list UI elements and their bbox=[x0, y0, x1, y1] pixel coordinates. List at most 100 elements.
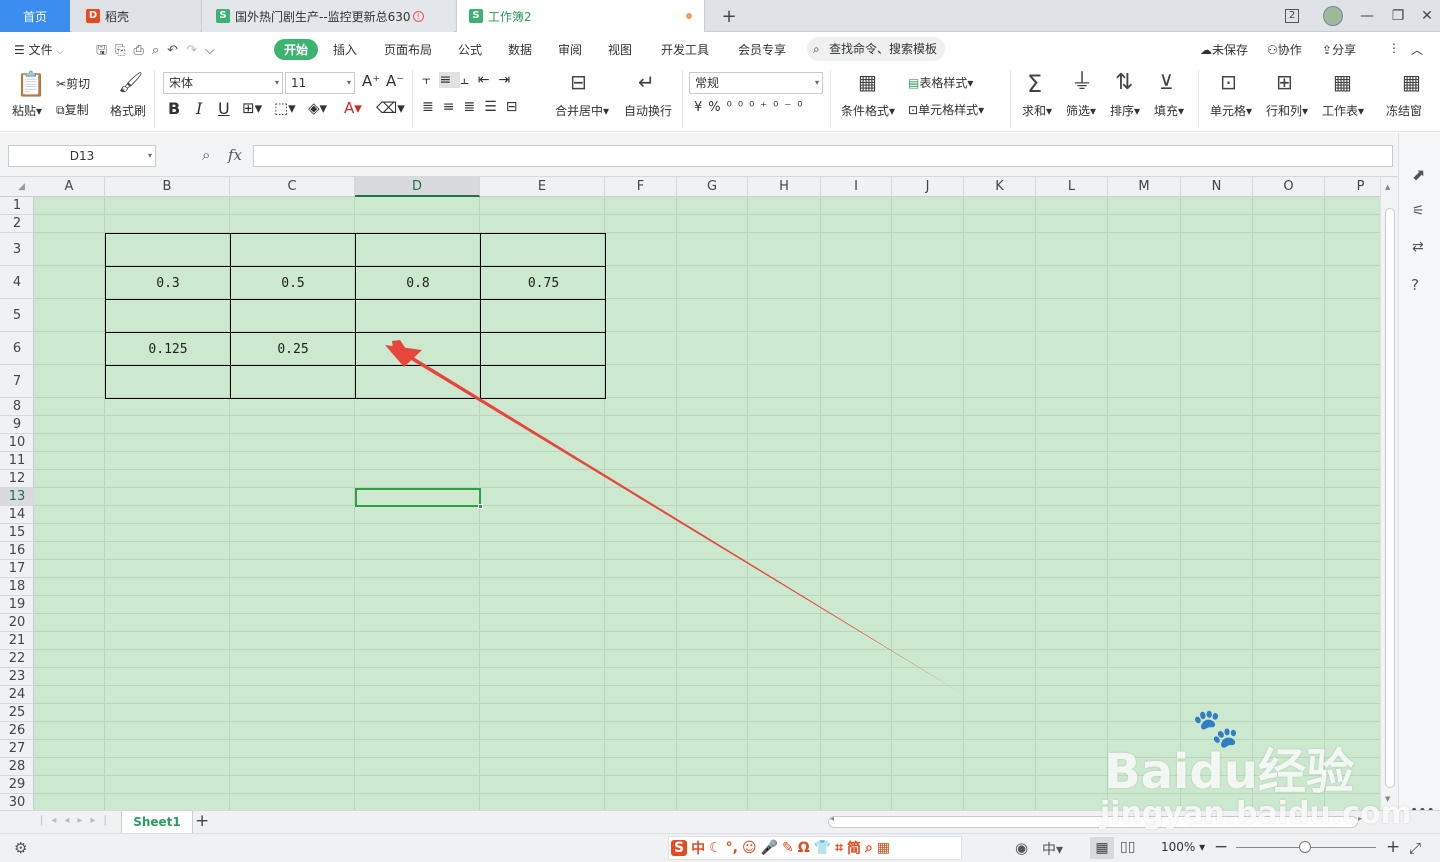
tab-data[interactable]: 数据 bbox=[508, 41, 532, 58]
filter-icon[interactable]: ⏚ bbox=[1071, 72, 1093, 94]
normal-view-icon[interactable]: ▦ bbox=[1090, 837, 1114, 859]
page-view-icon[interactable]: ▯▯ bbox=[1120, 839, 1135, 855]
fill-button[interactable]: 填充▾ bbox=[1154, 102, 1184, 119]
cell-button[interactable]: 单元格▾ bbox=[1210, 102, 1252, 119]
add-sheet-button[interactable]: + bbox=[195, 811, 209, 831]
zoom-in-icon[interactable]: + bbox=[1386, 837, 1400, 857]
tab-page-layout[interactable]: 页面布局 bbox=[384, 41, 432, 58]
collapse-ribbon-icon[interactable]: ︿ bbox=[1411, 41, 1423, 58]
select-pointer-icon[interactable]: ⬈ bbox=[1412, 165, 1425, 184]
freeze-icon[interactable]: ▦ bbox=[1402, 72, 1421, 92]
format-painter-icon[interactable]: 🖌 bbox=[118, 72, 143, 92]
freeze-button[interactable]: 冻结窗 bbox=[1386, 102, 1422, 119]
help-icon[interactable]: ? bbox=[1411, 276, 1419, 294]
sum-button[interactable]: 求和▾ bbox=[1022, 102, 1052, 119]
table-style-button[interactable]: ▤表格样式▾ bbox=[908, 74, 973, 91]
wrap-text-button[interactable]: 自动换行 bbox=[624, 102, 672, 119]
avatar[interactable] bbox=[1318, 0, 1348, 32]
close-button[interactable]: ✕ bbox=[1412, 0, 1440, 32]
cut-button[interactable]: ✂剪切 bbox=[56, 75, 90, 92]
new-tab-button[interactable]: + bbox=[714, 0, 744, 32]
worksheet-icon[interactable]: ▦ bbox=[1333, 72, 1352, 92]
scroll-left-icon[interactable]: ◂ bbox=[830, 814, 834, 823]
eye-protect-icon[interactable]: ◉ bbox=[1015, 839, 1028, 857]
cell-style-button[interactable]: ⊡单元格样式▾ bbox=[908, 101, 984, 118]
quick-access-icons[interactable]: 🖫⎘⎙⌕↶↷⌵ bbox=[96, 41, 223, 63]
zoom-out-icon[interactable]: − bbox=[1214, 837, 1228, 857]
underline-icon[interactable]: U bbox=[218, 99, 230, 118]
merge-center-icon[interactable]: ⊟ bbox=[570, 72, 587, 92]
fullscreen-icon[interactable]: ⤢ bbox=[1409, 839, 1421, 857]
tab-home-ribbon[interactable]: 开始 bbox=[274, 39, 319, 60]
sort-button[interactable]: 排序▾ bbox=[1110, 102, 1140, 119]
tab-monitor-workbook[interactable]: S 国外热门剧生产--监控更新总630 ! bbox=[201, 0, 454, 32]
scroll-thumb[interactable] bbox=[1385, 208, 1395, 788]
name-box[interactable]: D13 ▾ bbox=[8, 145, 156, 167]
tab-home[interactable]: 首页 bbox=[0, 0, 70, 32]
zoom-select[interactable]: 100% ▾ bbox=[1161, 840, 1205, 854]
fill-pattern-icon[interactable]: ⬚▾ bbox=[274, 99, 296, 117]
decrease-font-icon[interactable]: A⁻ bbox=[386, 72, 404, 90]
formula-input[interactable] bbox=[253, 145, 1393, 167]
tab-view[interactable]: 视图 bbox=[608, 41, 632, 58]
tab-member[interactable]: 会员专享 bbox=[738, 41, 786, 58]
fill-color-icon[interactable]: ◈▾ bbox=[308, 99, 327, 117]
share-button[interactable]: ⇪分享 bbox=[1322, 41, 1356, 58]
border-icon[interactable]: ⊞▾ bbox=[242, 99, 262, 117]
increase-font-icon[interactable]: A⁺ bbox=[362, 72, 380, 90]
macro-icon[interactable]: ⚙ bbox=[14, 839, 27, 857]
cell-icon[interactable]: ⊡ bbox=[1220, 72, 1237, 92]
italic-icon[interactable]: I bbox=[196, 99, 202, 118]
number-format-select[interactable]: 常规 ▾ bbox=[689, 72, 823, 94]
worksheet-button[interactable]: 工作表▾ bbox=[1322, 102, 1364, 119]
command-search[interactable]: ⌕ 查找命令、搜索模板 bbox=[807, 37, 945, 61]
conditional-format-button[interactable]: 条件格式▾ bbox=[841, 102, 895, 119]
sort-icon[interactable]: ⇅ bbox=[1115, 72, 1133, 94]
vertical-align-icons[interactable]: ⫟≡⫠⇤⇥ bbox=[422, 72, 519, 88]
number-format-icons[interactable]: ¥%⁰⁰⁰⁺⁰⁻⁰ bbox=[694, 100, 808, 115]
font-name-select[interactable]: 宋体 ▾ bbox=[163, 72, 283, 94]
fill-icon[interactable]: ⊻ bbox=[1159, 72, 1174, 92]
collab-button[interactable]: ⚇协作 bbox=[1267, 41, 1302, 58]
sum-icon[interactable]: Σ bbox=[1027, 72, 1042, 96]
tab-developer[interactable]: 开发工具 bbox=[661, 41, 709, 58]
row-col-button[interactable]: 行和列▾ bbox=[1266, 102, 1308, 119]
adjust-icon[interactable]: ⚟ bbox=[1412, 203, 1425, 219]
bold-icon[interactable]: B bbox=[168, 99, 180, 118]
vertical-scrollbar[interactable]: ▲ ▼ bbox=[1380, 177, 1398, 810]
minimize-button[interactable]: — bbox=[1352, 0, 1382, 32]
spreadsheet-grid[interactable]: ◢ ABCDEFGHIJKLMNOP 1 2 3 4 5 6 7 8 9 10 11 12 13 14 15… bbox=[0, 177, 1380, 810]
format-painter-button[interactable]: 格式刷 bbox=[110, 102, 146, 119]
paste-button[interactable]: 粘贴▾ bbox=[12, 102, 42, 119]
zoom-search-icon[interactable]: ⌕ bbox=[202, 146, 210, 164]
sheet-tab-sheet1[interactable]: Sheet1 bbox=[121, 811, 193, 833]
zoom-slider-thumb[interactable] bbox=[1299, 841, 1311, 853]
unsaved-button[interactable]: ☁未保存 bbox=[1200, 41, 1248, 58]
scroll-up-icon[interactable]: ▲ bbox=[1385, 183, 1390, 191]
row-col-icon[interactable]: ⊞ bbox=[1276, 72, 1293, 92]
tab-review[interactable]: 审阅 bbox=[558, 41, 582, 58]
filter-button[interactable]: 筛选▾ bbox=[1066, 102, 1096, 119]
tab-insert[interactable]: 插入 bbox=[333, 41, 357, 58]
transform-icon[interactable]: ⇄ bbox=[1412, 239, 1424, 255]
merge-center-button[interactable]: 合并居中▾ bbox=[555, 102, 609, 119]
ime-toolbar[interactable]: S 中 ☾ °, ☺ 🎤 ✎ Ω 👕 ⌗ 简 ⌕ ▦ bbox=[668, 836, 962, 860]
clear-format-icon[interactable]: ⌫▾ bbox=[376, 99, 405, 117]
paste-icon[interactable]: 📋 bbox=[16, 72, 46, 96]
tab-formulas[interactable]: 公式 bbox=[458, 41, 482, 58]
font-size-select[interactable]: 11 ▾ bbox=[285, 72, 355, 94]
conditional-format-icon[interactable]: ▦ bbox=[858, 72, 877, 92]
font-color-icon[interactable]: A▾ bbox=[344, 99, 362, 117]
restore-button[interactable]: ❐ bbox=[1383, 0, 1413, 32]
sheet-nav-icons[interactable]: |◂◂▸▸| bbox=[40, 815, 115, 826]
copy-button[interactable]: ⧉复制 bbox=[56, 101, 89, 118]
horizontal-align-icons[interactable]: ≣≡≣☰⊟ bbox=[422, 99, 527, 115]
window-count-button[interactable]: 2 bbox=[1277, 0, 1307, 32]
file-menu[interactable]: ☰ 文件 ⌵ bbox=[14, 41, 63, 58]
tab-docer[interactable]: D 稻壳 bbox=[72, 0, 200, 32]
more-options-icon[interactable]: ⋮ bbox=[1388, 41, 1400, 55]
wrap-text-icon[interactable]: ↵ bbox=[638, 72, 655, 92]
tab-workbook2[interactable]: S 工作簿2 bbox=[456, 0, 705, 32]
input-mode-icon[interactable]: 中▾ bbox=[1042, 839, 1063, 859]
fx-icon[interactable]: fx bbox=[228, 146, 242, 164]
